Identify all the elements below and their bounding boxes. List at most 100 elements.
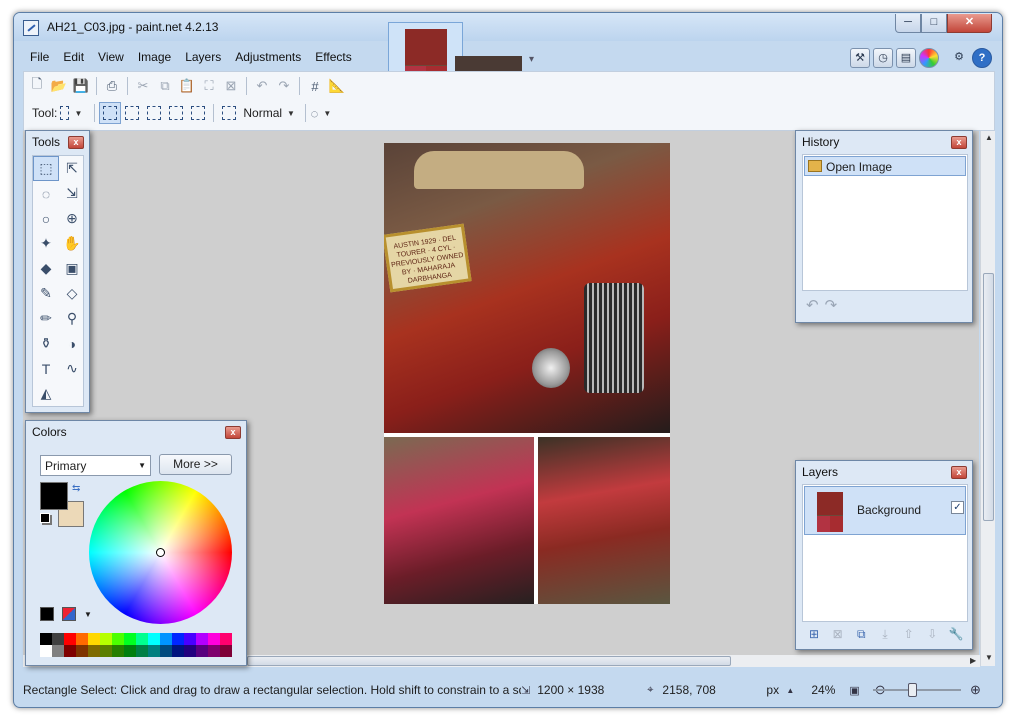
palette-swatch[interactable] [64,633,76,645]
palette-swatch[interactable] [220,645,232,657]
tools-window-toggle-icon[interactable]: ⚒ [850,48,870,68]
color-picker-tool-icon[interactable]: ⚲ [59,306,85,331]
palette-swatch[interactable] [184,645,196,657]
canvas-image[interactable]: AUSTIN 1929 · DEL TOURER · 4 CYL · PREVI… [384,143,670,604]
undo-icon[interactable]: ↶ [251,75,273,97]
layer-properties-icon[interactable]: 🔧 [948,626,964,642]
redo-icon[interactable]: ↷ [273,75,295,97]
text-tool-icon[interactable]: T [33,356,59,381]
rectangle-select-tool-icon[interactable]: ⬚ [33,156,59,181]
new-file-icon[interactable]: 🗋 [26,75,48,97]
open-file-icon[interactable]: 📂 [48,75,70,97]
palette-swatch[interactable] [40,633,52,645]
clone-stamp-tool-icon[interactable]: ⚱ [33,331,59,356]
move-layer-down-icon[interactable]: ⇩ [924,626,940,642]
move-layer-up-icon[interactable]: ⇧ [901,626,917,642]
palette-swatch[interactable] [172,645,184,657]
history-item[interactable]: Open Image [804,156,966,176]
palette-swatch[interactable] [52,633,64,645]
palette-swatch[interactable] [196,645,208,657]
paintbrush-tool-icon[interactable]: ✎ [33,281,59,306]
menu-adjustments[interactable]: Adjustments [228,47,308,69]
pencil-tool-icon[interactable]: ✏ [33,306,59,331]
move-selected-pixels-tool-icon[interactable]: ⇱ [59,156,85,181]
delete-layer-icon[interactable]: ⊠ [830,626,846,642]
scroll-right-arrow-icon[interactable]: ▶ [970,656,976,665]
selection-mode-replace-icon[interactable] [99,102,122,124]
palette-swatch[interactable] [40,645,52,657]
vertical-scroll-thumb[interactable] [983,273,994,521]
palette-swatch[interactable] [76,633,88,645]
palette-menu-caret-icon[interactable]: ▼ [84,610,92,619]
palette-swatch[interactable] [124,645,136,657]
selection-mode-union-icon[interactable] [121,102,143,124]
history-redo-icon[interactable]: ↷ [825,296,838,314]
menu-image[interactable]: Image [131,47,178,69]
palette-swatch[interactable] [88,645,100,657]
swap-colors-icon[interactable]: ⇆ [72,483,80,494]
zoom-to-window-icon[interactable]: ▣ [849,684,859,697]
cut-icon[interactable]: ✂ [132,75,154,97]
scroll-up-arrow-icon[interactable]: ▲ [985,133,993,142]
vertical-scrollbar[interactable]: ▲ ▼ [980,131,995,666]
reset-colors-icon[interactable] [40,513,50,523]
copy-icon[interactable]: ⧉ [154,75,176,97]
zoom-slider-thumb[interactable] [908,683,917,697]
menu-view[interactable]: View [91,47,131,69]
layers-window-toggle-icon[interactable]: ▤ [896,48,916,68]
scroll-down-arrow-icon[interactable]: ▼ [985,653,993,662]
ellipse-select-tool-icon[interactable]: ○ [33,206,59,231]
palette-swatch[interactable] [136,645,148,657]
primary-color-swatch[interactable] [40,482,68,510]
layer-row[interactable]: Background ✓ [804,486,966,535]
help-icon[interactable]: ? [972,48,992,68]
palette-menu-icon[interactable] [62,607,76,621]
zoom-readout[interactable]: 24% [811,683,843,697]
gradient-tool-icon[interactable]: ▣ [59,256,85,281]
palette-swatch[interactable] [148,645,160,657]
palette-swatch[interactable] [64,645,76,657]
units-caret-icon[interactable]: ▲ [786,686,794,695]
line-curve-tool-icon[interactable]: ∿ [59,356,85,381]
crop-to-selection-icon[interactable]: ⛶ [198,75,220,97]
more-colors-button[interactable]: More >> [159,454,232,475]
palette-swatch[interactable] [184,633,196,645]
paste-icon[interactable]: 📋 [176,75,198,97]
eraser-tool-icon[interactable]: ◇ [59,281,85,306]
grid-icon[interactable]: # [304,75,326,97]
ruler-icon[interactable]: 📐 [326,75,348,97]
menu-file[interactable]: File [23,47,56,69]
horizontal-scroll-thumb[interactable] [247,656,731,666]
colors-panel-close-button[interactable]: x [225,426,241,439]
color-mode-select[interactable]: Primary ▼ [40,455,151,476]
recolor-tool-icon[interactable]: ◑ [59,331,85,356]
colors-window-toggle-icon[interactable] [919,48,939,68]
save-file-icon[interactable]: 💾 [70,75,92,97]
antialiasing-icon[interactable]: ◌ ▼ [310,102,332,124]
history-undo-icon[interactable]: ↶ [806,296,819,314]
blend-mode-select[interactable]: Normal [243,106,282,120]
layer-visibility-checkbox[interactable]: ✓ [951,501,964,514]
palette-swatch[interactable] [136,633,148,645]
print-icon[interactable]: ⎙ [101,75,123,97]
palette-swatch[interactable] [112,633,124,645]
palette-swatch[interactable] [160,633,172,645]
shapes-tool-icon[interactable]: ◭ [33,381,59,406]
zoom-tool-icon[interactable]: ⊕ [59,206,85,231]
duplicate-layer-icon[interactable]: ⧉ [853,626,869,642]
lasso-select-tool-icon[interactable]: ◌ [33,181,59,206]
palette-swatch[interactable] [196,633,208,645]
palette-swatch[interactable] [124,633,136,645]
paint-bucket-tool-icon[interactable]: ◆ [33,256,59,281]
zoom-in-icon[interactable]: ⊕ [970,682,981,698]
maximize-button[interactable]: □ [921,14,947,33]
merge-layer-down-icon[interactable]: ⤓ [877,626,893,642]
menu-layers[interactable]: Layers [178,47,228,69]
history-panel-close-button[interactable]: x [951,136,967,149]
palette-swatch[interactable] [52,645,64,657]
minimize-button[interactable]: ─ [895,14,921,33]
add-to-palette-icon[interactable] [40,607,54,621]
tools-panel-close-button[interactable]: x [68,136,84,149]
palette-swatch[interactable] [172,633,184,645]
units-select[interactable]: px [766,683,786,697]
